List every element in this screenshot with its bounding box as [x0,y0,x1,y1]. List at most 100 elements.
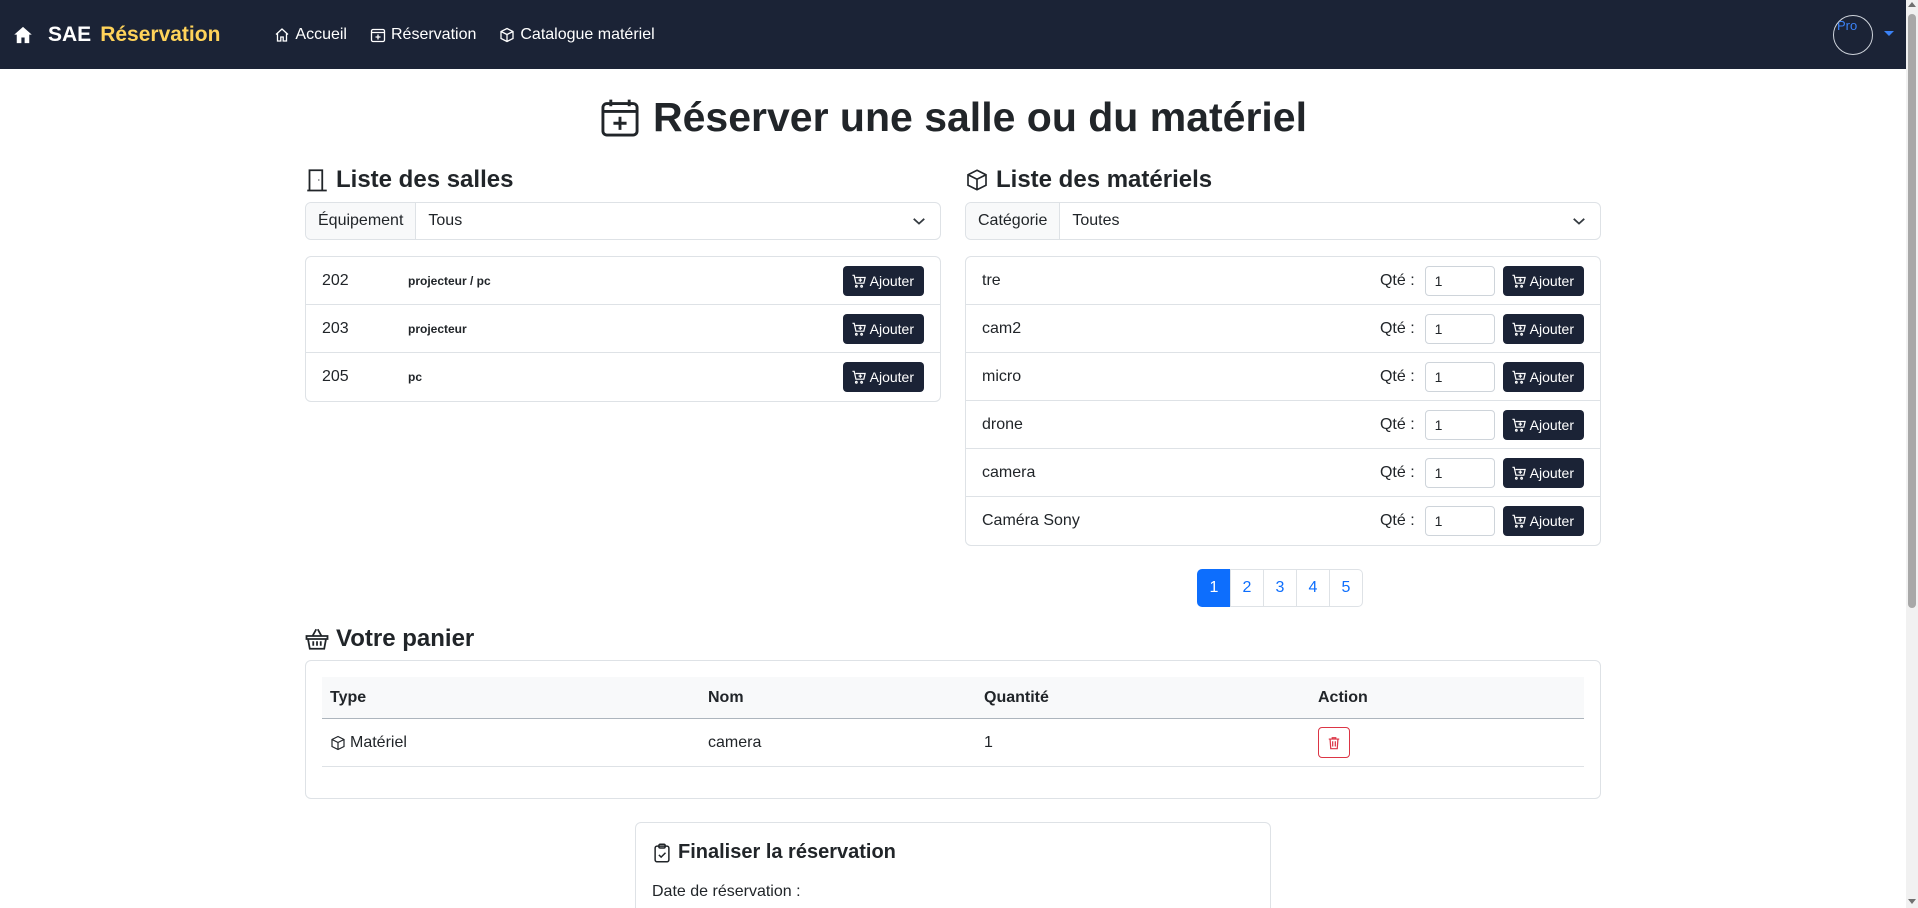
col-nom: Nom [708,688,744,706]
materiel-row: cam2 Qté : 1 Ajouter [966,305,1600,353]
qty-input[interactable]: 1 [1424,506,1495,536]
nav-link-catalogue[interactable]: Catalogue matériel [499,25,655,44]
materiel-name: tre [982,271,1001,289]
add-materiel-button[interactable]: Ajouter [1502,313,1584,344]
home-fill-icon [12,24,34,46]
page-link-2[interactable]: 2 [1230,569,1264,607]
qty-label: Qté : [1379,512,1415,529]
brand-text-sae: SAE [48,22,92,46]
cart-plus-icon [1512,370,1526,384]
finaliser-heading-text: Finaliser la réservation [678,841,896,863]
add-materiel-label: Ajouter [1529,368,1574,385]
box-icon [331,735,345,750]
page-title: Réserver une salle ou du matériel [653,94,1307,140]
salle-equipement: pc [408,370,423,384]
qty-input[interactable]: 1 [1424,361,1495,392]
add-materiel-button[interactable]: Ajouter [1502,361,1584,392]
add-salle-button[interactable]: Ajouter [842,265,924,296]
cart-type: Matériel [350,733,407,751]
qty-label: Qté : [1379,271,1415,289]
table-row: Matériel camera 1 [322,719,1584,767]
add-materiel-button[interactable]: Ajouter [1502,457,1584,488]
panier-heading-text: Votre panier [336,625,475,652]
nav-label-accueil: Accueil [295,25,347,43]
add-materiel-button[interactable]: Ajouter [1502,409,1584,440]
cart-plus-icon [852,274,866,288]
add-salle-label: Ajouter [869,272,914,289]
scrollbar-thumb[interactable] [1908,14,1916,608]
basket-icon [305,628,329,650]
materiel-name: micro [982,367,1022,385]
salle-row: 205 pc Ajouter [306,353,940,401]
brand-text-reservation: Réservation [100,22,221,46]
date-label: Date de réservation : [652,883,801,900]
cart-quantite: 1 [984,733,993,751]
salle-number: 205 [322,368,349,385]
add-materiel-label: Ajouter [1529,416,1574,433]
add-salle-label: Ajouter [869,320,914,337]
user-avatar[interactable]: Pro [1833,15,1873,55]
house-icon [275,27,289,42]
trash-icon [1328,736,1340,749]
scroll-up-arrow-icon[interactable] [1908,2,1916,7]
qty-label: Qté : [1379,367,1415,385]
add-materiel-label: Ajouter [1529,464,1574,481]
salle-equipement: projecteur / pc [408,273,491,288]
page-scrollbar[interactable] [1906,0,1918,908]
qty-label: Qté : [1379,463,1415,481]
materiels-filter-label: Catégorie [966,203,1061,239]
add-salle-label: Ajouter [869,369,914,385]
page-link-5[interactable]: 5 [1329,569,1363,607]
nav-label-catalogue: Catalogue matériel [520,25,655,43]
col-quantite: Quantité [984,688,1049,706]
salle-row: 203 projecteur Ajouter [306,305,940,353]
add-materiel-button[interactable]: Ajouter [1502,506,1584,536]
categorie-select[interactable]: Toutes [1060,203,1600,239]
chevron-down-icon [913,218,925,225]
caret-down-icon[interactable] [1884,31,1894,36]
panier-card: Type Nom Quantité Action Matériel camera… [305,660,1601,799]
nav-link-reservation[interactable]: Réservation [370,26,476,44]
categorie-select-value: Toutes [1072,212,1120,229]
materiel-row: Caméra Sony Qté : 1 Ajouter [966,497,1600,545]
page-link-4[interactable]: 4 [1296,569,1330,607]
qty-input[interactable]: 1 [1424,409,1495,440]
equipement-select[interactable]: Tous [416,203,940,239]
cart-plus-icon [1512,274,1526,288]
add-materiel-label: Ajouter [1529,513,1574,529]
add-materiel-button[interactable]: Ajouter [1502,265,1584,296]
salle-row: 202 projecteur / pc Ajouter [306,257,940,305]
qty-input[interactable]: 1 [1424,457,1495,488]
top-navbar: SAE Réservation Accueil Réservation Cata… [0,0,1906,69]
materiel-name: Caméra Sony [982,512,1080,529]
scroll-down-arrow-icon[interactable] [1908,899,1916,904]
page-link-3[interactable]: 3 [1263,569,1297,607]
materiel-name: drone [982,415,1023,433]
materiel-row: camera Qté : 1 Ajouter [966,449,1600,497]
qty-input[interactable]: 1 [1424,265,1495,296]
brand-link[interactable]: SAE Réservation [12,23,220,47]
qty-label: Qté : [1379,319,1415,337]
materiel-name: camera [982,463,1036,481]
nav-link-accueil[interactable]: Accueil [274,26,347,44]
materiels-heading: Liste des matériels [965,166,1212,194]
cart-plus-icon [1512,418,1526,432]
salle-number: 202 [322,271,349,289]
salles-heading: Liste des salles [305,166,513,194]
finaliser-heading: Finaliser la réservation [652,841,896,864]
cart-plus-icon [852,322,866,336]
remove-from-cart-button[interactable] [1318,727,1350,758]
cart-plus-icon [1512,322,1526,336]
add-salle-button[interactable]: Ajouter [842,313,924,344]
salle-number: 203 [322,319,349,337]
cart-plus-icon [852,370,866,384]
materiels-list: tre Qté : 1 Ajouter cam2 Qté : 1 Ajouter… [965,256,1601,546]
qty-input[interactable]: 1 [1424,313,1495,344]
finaliser-card: Finaliser la réservation Date de réserva… [635,822,1271,908]
page-link-1[interactable]: 1 [1197,569,1231,607]
add-salle-button[interactable]: Ajouter [842,362,924,392]
salles-filter: Équipement Tous [305,202,941,240]
add-materiel-label: Ajouter [1529,272,1574,289]
box-icon [500,27,515,42]
add-materiel-label: Ajouter [1529,320,1574,337]
